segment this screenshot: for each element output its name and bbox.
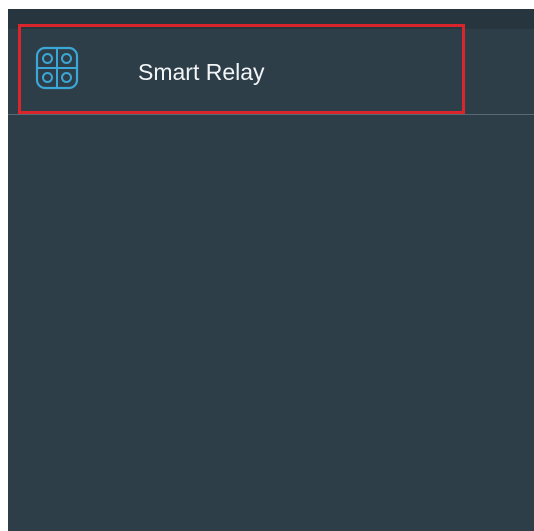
app-screen: Smart Relay <box>8 9 534 531</box>
device-name-label: Smart Relay <box>138 59 265 85</box>
device-list-item-smart-relay[interactable]: Smart Relay <box>8 29 534 115</box>
relay-icon <box>35 46 79 90</box>
status-bar <box>8 9 534 29</box>
list-divider <box>8 114 534 115</box>
